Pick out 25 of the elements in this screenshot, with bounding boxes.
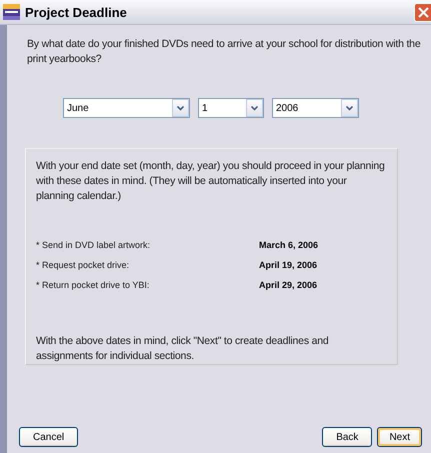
chevron-down-icon xyxy=(177,106,184,110)
milestone-date: April 29, 2006 xyxy=(259,280,318,290)
milestone-label: * Request pocket drive: xyxy=(36,260,130,270)
close-icon xyxy=(418,6,428,18)
dropdown-arrow-button[interactable] xyxy=(172,99,189,117)
instruction-text: With the above dates in mind, click "Next" to create deadlines and assignments for individual sections. xyxy=(36,334,330,364)
milestone-label: * Return pocket drive to YBI: xyxy=(36,280,150,290)
dialog-button[interactable]: Next xyxy=(377,427,422,447)
dropdown-arrow-button[interactable] xyxy=(246,99,263,117)
dialog-button[interactable]: Cancel xyxy=(19,427,78,447)
intro-text: With your end date set (month, day, year) you should proceed in your planning with these dates in mind. (They will be automatically inserted into your planning calendar.) xyxy=(36,159,386,204)
chevron-down-icon xyxy=(346,106,353,110)
window-title: Project Deadline xyxy=(25,4,128,20)
chevron-down-icon xyxy=(251,106,258,110)
close-button[interactable] xyxy=(414,2,431,22)
app-logo-icon xyxy=(3,4,20,20)
date-dropdown[interactable]: 1 xyxy=(198,98,264,118)
milestone-date: March 6, 2006 xyxy=(259,240,318,250)
date-dropdown[interactable]: June xyxy=(63,98,190,118)
question-text: By what date do your finished DVDs need to arrive at your school for distribution with the print yearbooks? xyxy=(27,37,421,67)
dialog-button[interactable]: Back xyxy=(322,427,372,447)
milestone-label: * Send in DVD label artwork: xyxy=(36,240,152,250)
milestone-date: April 19, 2006 xyxy=(259,260,318,270)
date-dropdown[interactable]: 2006 xyxy=(272,98,359,118)
dropdown-arrow-button[interactable] xyxy=(341,99,358,117)
